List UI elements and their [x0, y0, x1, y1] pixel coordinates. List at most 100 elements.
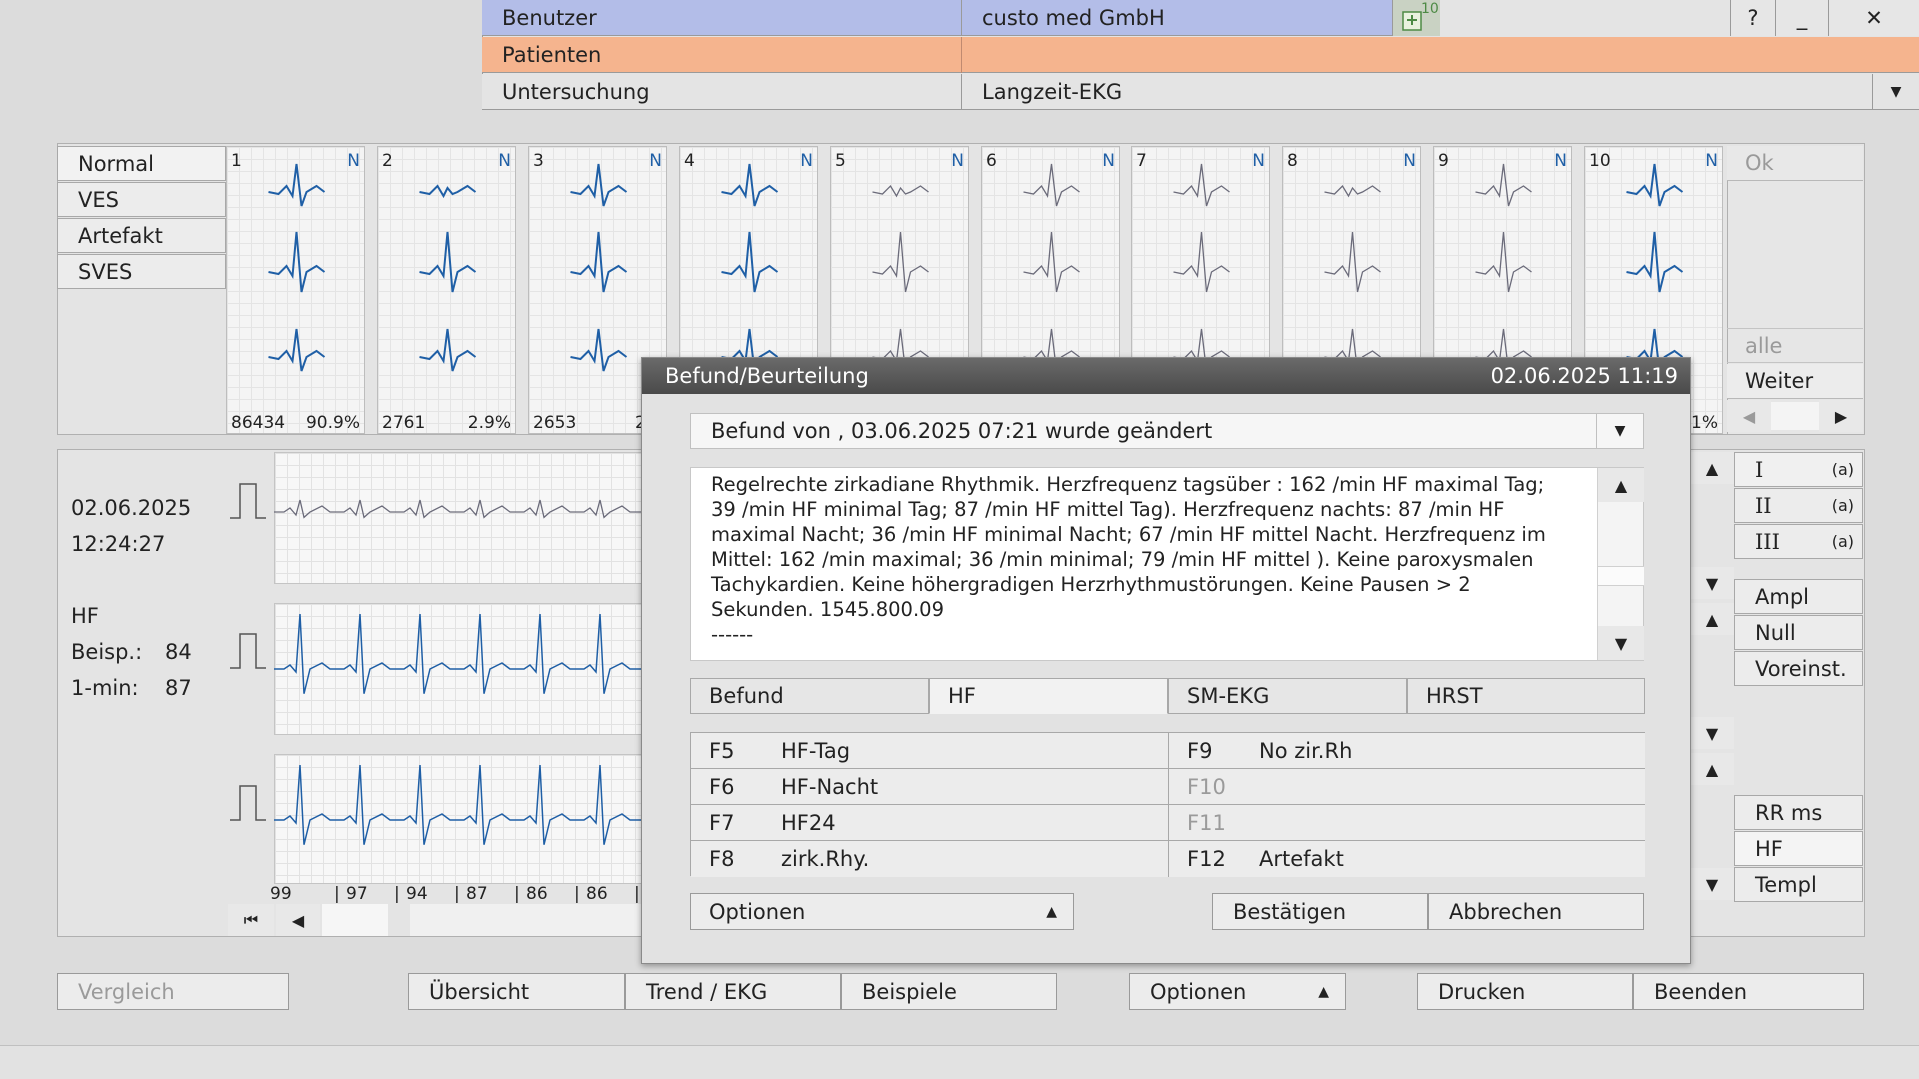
- template-index: 8: [1287, 151, 1298, 171]
- template-beat-trace: [1023, 163, 1080, 207]
- template-beat-trace: [721, 231, 779, 293]
- patienten-value: [961, 36, 982, 73]
- textarea-scrollbar[interactable]: ▲ ▼: [1597, 468, 1644, 660]
- lead1-down[interactable]: ▼: [1690, 567, 1734, 599]
- optionen-button[interactable]: Optionen ▲: [1129, 973, 1346, 1010]
- befund-textarea[interactable]: Regelrechte zirkadiane Rhythmik. Herzfre…: [690, 467, 1644, 661]
- ekg-scroll-thumb[interactable]: [322, 904, 388, 936]
- template-beat-trace: [872, 184, 929, 198]
- ekg-scroll-track[interactable]: [410, 904, 646, 936]
- template-index: 2: [382, 151, 393, 171]
- text-scroll-up[interactable]: ▲: [1598, 468, 1644, 502]
- chevron-down-icon[interactable]: ▼: [1596, 414, 1643, 448]
- jump-start-button[interactable]: ⏮: [228, 904, 274, 936]
- befund-text-line: Regelrechte zirkadiane Rhythmik. Herzfre…: [711, 473, 1545, 496]
- beenden-button[interactable]: Beenden: [1633, 973, 1864, 1010]
- text-scroll-down[interactable]: ▼: [1598, 626, 1644, 660]
- template-beat-trace: [570, 163, 628, 207]
- untersuchung-value: Langzeit-EKG: [961, 73, 1872, 110]
- template-beat-trace: [419, 231, 477, 293]
- abbrechen-button[interactable]: Abbrechen: [1428, 893, 1644, 930]
- template-class-label: N: [1403, 151, 1416, 171]
- null-button[interactable]: Null: [1734, 615, 1863, 650]
- ekg-scroll-left-button[interactable]: ◀: [276, 904, 320, 936]
- hr-axis: 9997|94|87|86|86|8|: [270, 884, 657, 906]
- voreinst-button[interactable]: Voreinst.: [1734, 651, 1863, 686]
- alle-anzeigen-button[interactable]: alle anzei...: [1727, 328, 1863, 393]
- weiter-button[interactable]: Weiter: [1727, 364, 1863, 399]
- untersuchung-row[interactable]: Untersuchung Langzeit-EKG ▼: [482, 73, 1919, 110]
- help-button[interactable]: ?: [1730, 0, 1775, 36]
- dialog-titlebar[interactable]: Befund/Beurteilung 02.06.2025 11:19: [642, 358, 1690, 394]
- scroll-left-button[interactable]: ◀: [1727, 400, 1771, 432]
- ekg-trace-line: [274, 613, 644, 694]
- hr-axis-label: 86: [586, 884, 608, 904]
- lead3-down[interactable]: ▼: [1690, 868, 1734, 900]
- lead-iii-button[interactable]: III (a): [1734, 524, 1863, 559]
- lead3-up[interactable]: ▲: [1690, 753, 1734, 785]
- rrms-button[interactable]: RR ms: [1734, 795, 1863, 830]
- ok-button[interactable]: Ok: [1727, 146, 1863, 181]
- patienten-row[interactable]: Patienten: [482, 36, 1919, 73]
- befund-select[interactable]: Befund von , 03.06.2025 07:21 wurde geän…: [690, 413, 1644, 449]
- template-beat-trace: [1173, 163, 1230, 207]
- benutzer-label: Benutzer: [502, 5, 597, 30]
- fkey-f10[interactable]: F10: [1169, 769, 1645, 805]
- hr-axis-tick: |: [454, 884, 460, 904]
- lead-ii-button[interactable]: II (a): [1734, 488, 1863, 523]
- template-class-label: N: [1705, 151, 1718, 171]
- drucken-button[interactable]: Drucken: [1417, 973, 1633, 1010]
- chevron-down-icon[interactable]: ▼: [1872, 73, 1919, 110]
- tab-sm-ekg[interactable]: SM-EKG: [1168, 678, 1407, 714]
- badge-icon[interactable]: 10: [1392, 0, 1440, 36]
- class-ves[interactable]: VES: [57, 182, 226, 217]
- tab-hf[interactable]: HF: [929, 678, 1168, 714]
- hf-button[interactable]: HF: [1734, 831, 1863, 866]
- scroll-right-button[interactable]: ▶: [1819, 400, 1863, 432]
- lead2-down[interactable]: ▼: [1690, 717, 1734, 749]
- fkey-f11[interactable]: F11: [1169, 805, 1645, 841]
- template-beat-trace: [1626, 231, 1684, 293]
- fkey-f8[interactable]: F8 zirk.Rhy.: [691, 841, 1168, 877]
- template-2[interactable]: 2 N 2761 2.9%: [377, 146, 516, 434]
- lead1-up[interactable]: ▲: [1690, 452, 1734, 484]
- ampl-button[interactable]: Ampl: [1734, 579, 1863, 614]
- class-normal[interactable]: Normal: [57, 146, 226, 181]
- lead2-up[interactable]: ▲: [1690, 603, 1734, 635]
- class-sves[interactable]: SVES: [57, 254, 226, 289]
- template-beat-trace: [1324, 231, 1381, 293]
- fkey-f5[interactable]: F5 HF-Tag: [691, 733, 1168, 769]
- calibration-pulses: [230, 483, 266, 821]
- befund-text-line: ------: [711, 623, 754, 646]
- class-artefakt[interactable]: Artefakt: [57, 218, 226, 253]
- tab-befund[interactable]: Befund: [690, 678, 929, 714]
- template-1[interactable]: 1 N 86434 90.9%: [226, 146, 365, 434]
- close-button[interactable]: ✕: [1828, 0, 1919, 36]
- template-beat-trace: [268, 328, 326, 372]
- beispiele-button[interactable]: Beispiele: [841, 973, 1057, 1010]
- ekg-traces: [274, 499, 644, 845]
- templ-button[interactable]: Templ: [1734, 867, 1863, 902]
- template-scrollbar-thumb[interactable]: [1771, 402, 1819, 430]
- text-scroll-thumb[interactable]: [1598, 566, 1644, 586]
- tab-hrst[interactable]: HRST: [1407, 678, 1645, 714]
- fkey-f7[interactable]: F7 HF24: [691, 805, 1168, 841]
- skip-start-icon: ⏮: [243, 910, 259, 929]
- untersuchung-label: Untersuchung: [502, 79, 650, 104]
- template-beat-trace: [1475, 231, 1532, 293]
- trend-ekg-button[interactable]: Trend / EKG: [625, 973, 841, 1010]
- fkey-f12[interactable]: F12 Artefakt: [1169, 841, 1645, 877]
- bestaetigen-button[interactable]: Bestätigen: [1212, 893, 1428, 930]
- fkey-f9[interactable]: F9 No zir.Rh: [1169, 733, 1645, 769]
- fkey-f6[interactable]: F6 HF-Nacht: [691, 769, 1168, 805]
- lead-i-button[interactable]: I (a): [1734, 452, 1863, 487]
- hr-axis-label: 97: [346, 884, 368, 904]
- template-count: 2761: [382, 413, 426, 433]
- template-beat-trace: [872, 231, 929, 293]
- dialog-datetime: 02.06.2025 11:19: [1490, 364, 1678, 388]
- template-percent: 90.9%: [305, 413, 360, 433]
- dialog-optionen-button[interactable]: Optionen ▲: [690, 893, 1074, 930]
- vergleich-button[interactable]: Vergleich: [57, 973, 289, 1010]
- uebersicht-button[interactable]: Übersicht: [408, 973, 625, 1010]
- minimize-button[interactable]: _: [1775, 0, 1828, 36]
